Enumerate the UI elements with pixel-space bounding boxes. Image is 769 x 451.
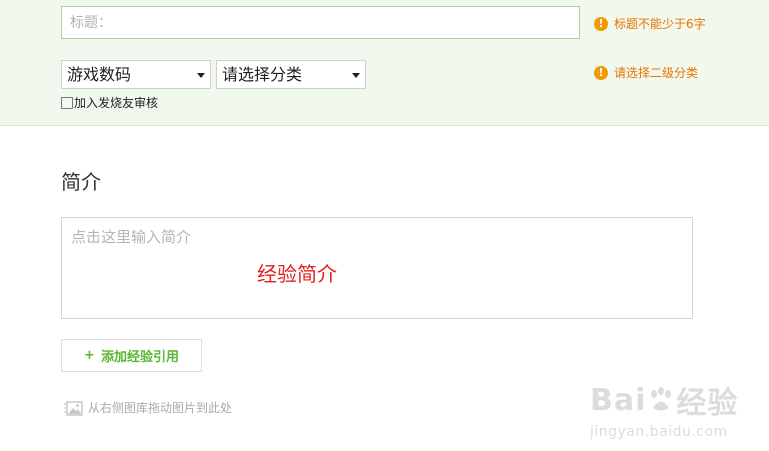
drag-hint-text: 从右侧图库拖动图片到此处 xyxy=(88,401,233,415)
watermark-logo-right: 经验 xyxy=(676,386,739,421)
image-icon xyxy=(63,400,83,416)
review-checkbox-row[interactable]: 加入发烧友审核 xyxy=(61,94,158,111)
intro-placeholder: 点击这里输入简介 xyxy=(71,228,192,246)
warning-icon: ! xyxy=(594,16,608,31)
intro-textarea[interactable]: 点击这里输入简介 经验简介 xyxy=(61,217,693,319)
category-warning-text: 请选择二级分类 xyxy=(614,66,699,80)
primary-category-value: 游戏数码 xyxy=(67,65,132,84)
watermark-logo-left: Bai xyxy=(590,382,647,418)
watermark-url: jingyan.baidu.com xyxy=(590,424,728,440)
intro-annotation: 经验简介 xyxy=(257,262,337,286)
image-drag-hint: 从右侧图库拖动图片到此处 xyxy=(63,399,232,416)
title-input[interactable] xyxy=(61,6,580,39)
add-reference-button[interactable]: + 添加经验引用 xyxy=(61,339,202,372)
baidu-watermark: Bai 经验 jingyan.baidu.com xyxy=(590,378,738,441)
title-length-warning: ! 标题不能少于6字 xyxy=(594,15,706,32)
baidu-jingyan-logo: Bai 经验 xyxy=(590,378,738,422)
title-warning-text: 标题不能少于6字 xyxy=(614,17,706,31)
secondary-category-value: 请选择分类 xyxy=(222,65,303,84)
secondary-category-select[interactable]: 请选择分类 xyxy=(216,60,366,89)
warning-icon: ! xyxy=(594,65,608,80)
chevron-down-icon xyxy=(197,73,205,78)
category-warning: ! 请选择二级分类 xyxy=(594,64,698,81)
primary-category-select[interactable]: 游戏数码 xyxy=(61,60,211,89)
paw-icon xyxy=(651,387,672,411)
chevron-down-icon xyxy=(352,73,360,78)
plus-icon: + xyxy=(84,348,95,363)
review-checkbox[interactable] xyxy=(61,96,73,109)
title-category-panel: ! 标题不能少于6字 游戏数码 请选择分类 ! 请选择二级分类 加入发烧友审核 xyxy=(0,0,769,126)
add-reference-label: 添加经验引用 xyxy=(100,350,179,365)
review-checkbox-label: 加入发烧友审核 xyxy=(74,96,159,110)
intro-section-title: 简介 xyxy=(61,170,101,194)
